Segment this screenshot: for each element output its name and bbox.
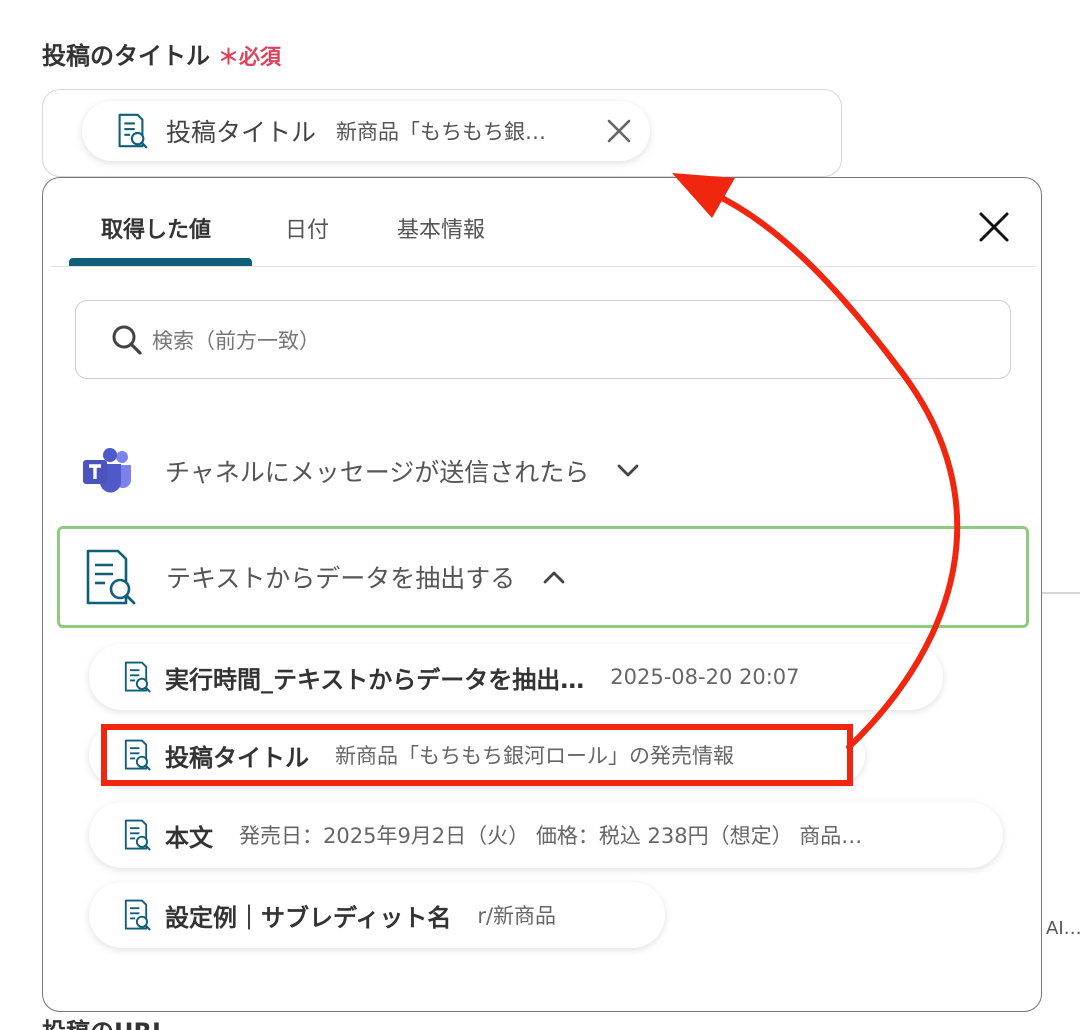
value-item-subreddit-name[interactable]: 設定例｜サブレディット名 r/新商品 (89, 882, 665, 948)
highlight-box (101, 724, 853, 786)
background-side-text: AI… (1046, 918, 1080, 939)
document-search-icon (86, 549, 136, 605)
value-item-body[interactable]: 本文 発売日：2025年9月2日（火） 価格：税込 238円（想定） 商品… (89, 802, 1003, 868)
document-search-icon (124, 819, 151, 851)
value-picker-popup: 取得した値 日付 基本情報 検索（前方一致） チャネルにメッセージが送信されたら (42, 177, 1042, 1012)
chip-value: 新商品「もちもち銀… (336, 120, 547, 144)
item-value: 発売日：2025年9月2日（火） 価格：税込 238円（想定） 商品… (239, 824, 863, 848)
group-label: チャネルにメッセージが送信されたら (165, 458, 590, 487)
tab-acquired-values[interactable]: 取得した値 (101, 212, 211, 244)
document-search-icon (118, 113, 148, 149)
required-badge: ＊必須 (218, 45, 281, 69)
document-search-icon (124, 899, 151, 931)
tab-bar: 取得した値 日付 基本情報 (51, 178, 1035, 267)
post-title-value-chip[interactable]: 投稿タイトル 新商品「もちもち銀… (82, 101, 650, 161)
document-search-icon (124, 661, 151, 693)
chevron-up-icon (543, 571, 565, 584)
background-divider (1040, 592, 1080, 594)
item-label: 実行時間_テキストからデータを抽出… (165, 665, 585, 694)
chevron-down-icon (617, 464, 639, 477)
close-icon[interactable] (976, 209, 1012, 245)
group-channel-message-trigger[interactable]: チャネルにメッセージが送信されたら (81, 444, 639, 498)
item-label: 設定例｜サブレディット名 (165, 903, 452, 932)
post-title-field-label: 投稿のタイトル ＊必須 (42, 36, 281, 71)
item-value: 2025-08-20 20:07 (610, 665, 800, 689)
item-label: 本文 (165, 823, 213, 852)
group-label: テキストからデータを抽出する (166, 564, 516, 593)
chip-label: 投稿タイトル (166, 118, 317, 147)
remove-chip-icon[interactable] (604, 116, 634, 146)
microsoft-teams-icon (83, 448, 131, 493)
search-icon (112, 325, 142, 355)
tab-date[interactable]: 日付 (285, 212, 329, 244)
value-item-execution-time[interactable]: 実行時間_テキストからデータを抽出… 2025-08-20 20:07 (89, 644, 943, 710)
post-url-field-label: 投稿のURL (42, 1012, 167, 1030)
group-extract-text-data[interactable]: テキストからデータを抽出する (57, 526, 1029, 628)
field-label-text: 投稿のタイトル (42, 42, 210, 70)
item-value: r/新商品 (477, 904, 557, 928)
search-input[interactable]: 検索（前方一致） (75, 300, 1011, 379)
search-placeholder: 検索（前方一致） (152, 328, 320, 353)
tab-basic-info[interactable]: 基本情報 (397, 212, 485, 244)
active-tab-indicator (69, 258, 252, 266)
